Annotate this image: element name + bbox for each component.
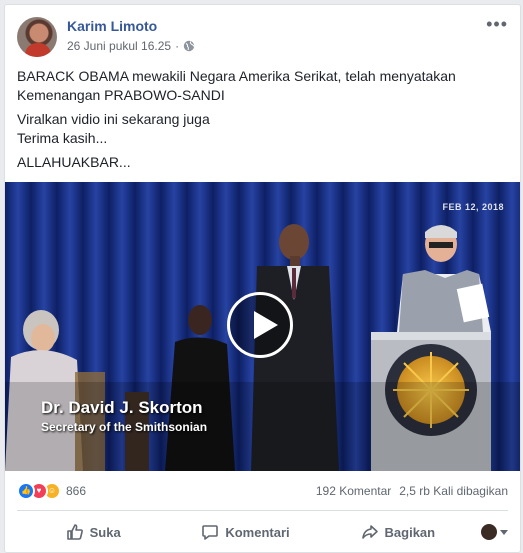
video-date-stamp: FEB 12, 2018 [442,202,504,212]
like-button[interactable]: Suka [17,523,169,541]
post-paragraph: ALLAHUAKBAR... [17,154,131,170]
share-count[interactable]: 2,5 rb Kali dibagikan [399,484,508,498]
share-button[interactable]: Bagikan [322,523,474,541]
globe-icon[interactable] [183,40,195,52]
lower-third-name: Dr. David J. Skorton [41,398,203,417]
comment-label: Komentari [225,524,290,540]
chevron-down-icon [499,529,508,535]
like-label: Suka [89,524,121,540]
more-options-icon[interactable]: ••• [486,15,508,33]
comment-button[interactable]: Komentari [169,523,321,541]
post-stats: 👍 ♥ ☺ 866 192 Komentar 2,5 rb Kali dibag… [17,479,508,503]
video-player[interactable]: FEB 12, 2018 Dr. David J. Skorton Secret… [5,182,520,471]
reactions-summary[interactable]: 👍 ♥ ☺ 866 [17,482,86,500]
actions-divider [17,510,508,511]
thumbs-up-icon [66,524,83,540]
engagement-counts: 192 Komentar 2,5 rb Kali dibagikan [316,484,508,498]
play-icon[interactable] [227,292,293,358]
post-paragraph: Terima kasih... [17,130,108,146]
like-reaction-icon: 👍 [17,482,35,500]
post-text: BARACK OBAMA mewakili Negara Amerika Ser… [17,67,512,177]
post-paragraph: BARACK OBAMA mewakili Negara Amerika Ser… [17,68,456,103]
author-avatar[interactable] [17,17,57,57]
viewer-avatar [480,524,497,540]
post-timestamp[interactable]: 26 Juni pukul 16.25 [67,39,171,53]
comment-icon [202,525,219,540]
lower-third-title: Secretary of the Smithsonian [41,420,208,434]
reaction-count[interactable]: 866 [66,484,86,498]
post-header: Karim Limoto 26 Juni pukul 16.25 · ••• [5,5,520,61]
share-label: Bagikan [384,524,436,540]
share-icon [361,525,378,539]
comment-count[interactable]: 192 Komentar [316,484,391,498]
author-name[interactable]: Karim Limoto [67,18,157,34]
post-paragraph: Viralkan vidio ini sekarang juga [17,111,210,127]
meta-separator: · [175,39,180,53]
post-meta: 26 Juni pukul 16.25 · [67,39,195,53]
post-actions: Suka Komentari Bagikan [17,517,508,547]
post-as-selector[interactable] [474,524,508,540]
post-card: Karim Limoto 26 Juni pukul 16.25 · ••• B… [4,4,521,553]
